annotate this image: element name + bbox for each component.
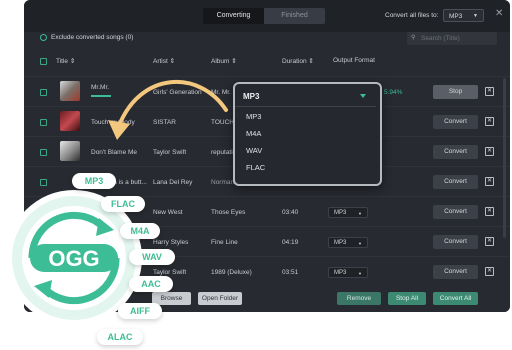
format-pill-alac: ALAC [97,329,143,345]
format-pill-flac: FLAC [101,196,145,212]
format-pill-aiff: AIFF [118,303,162,319]
format-pill-wav: WAV [129,249,175,265]
badge-text: OGG [48,246,99,271]
format-pill-mp3: MP3 [72,173,116,189]
format-pill-m4a: M4A [120,223,160,239]
format-pill-aac: AAC [129,276,173,292]
